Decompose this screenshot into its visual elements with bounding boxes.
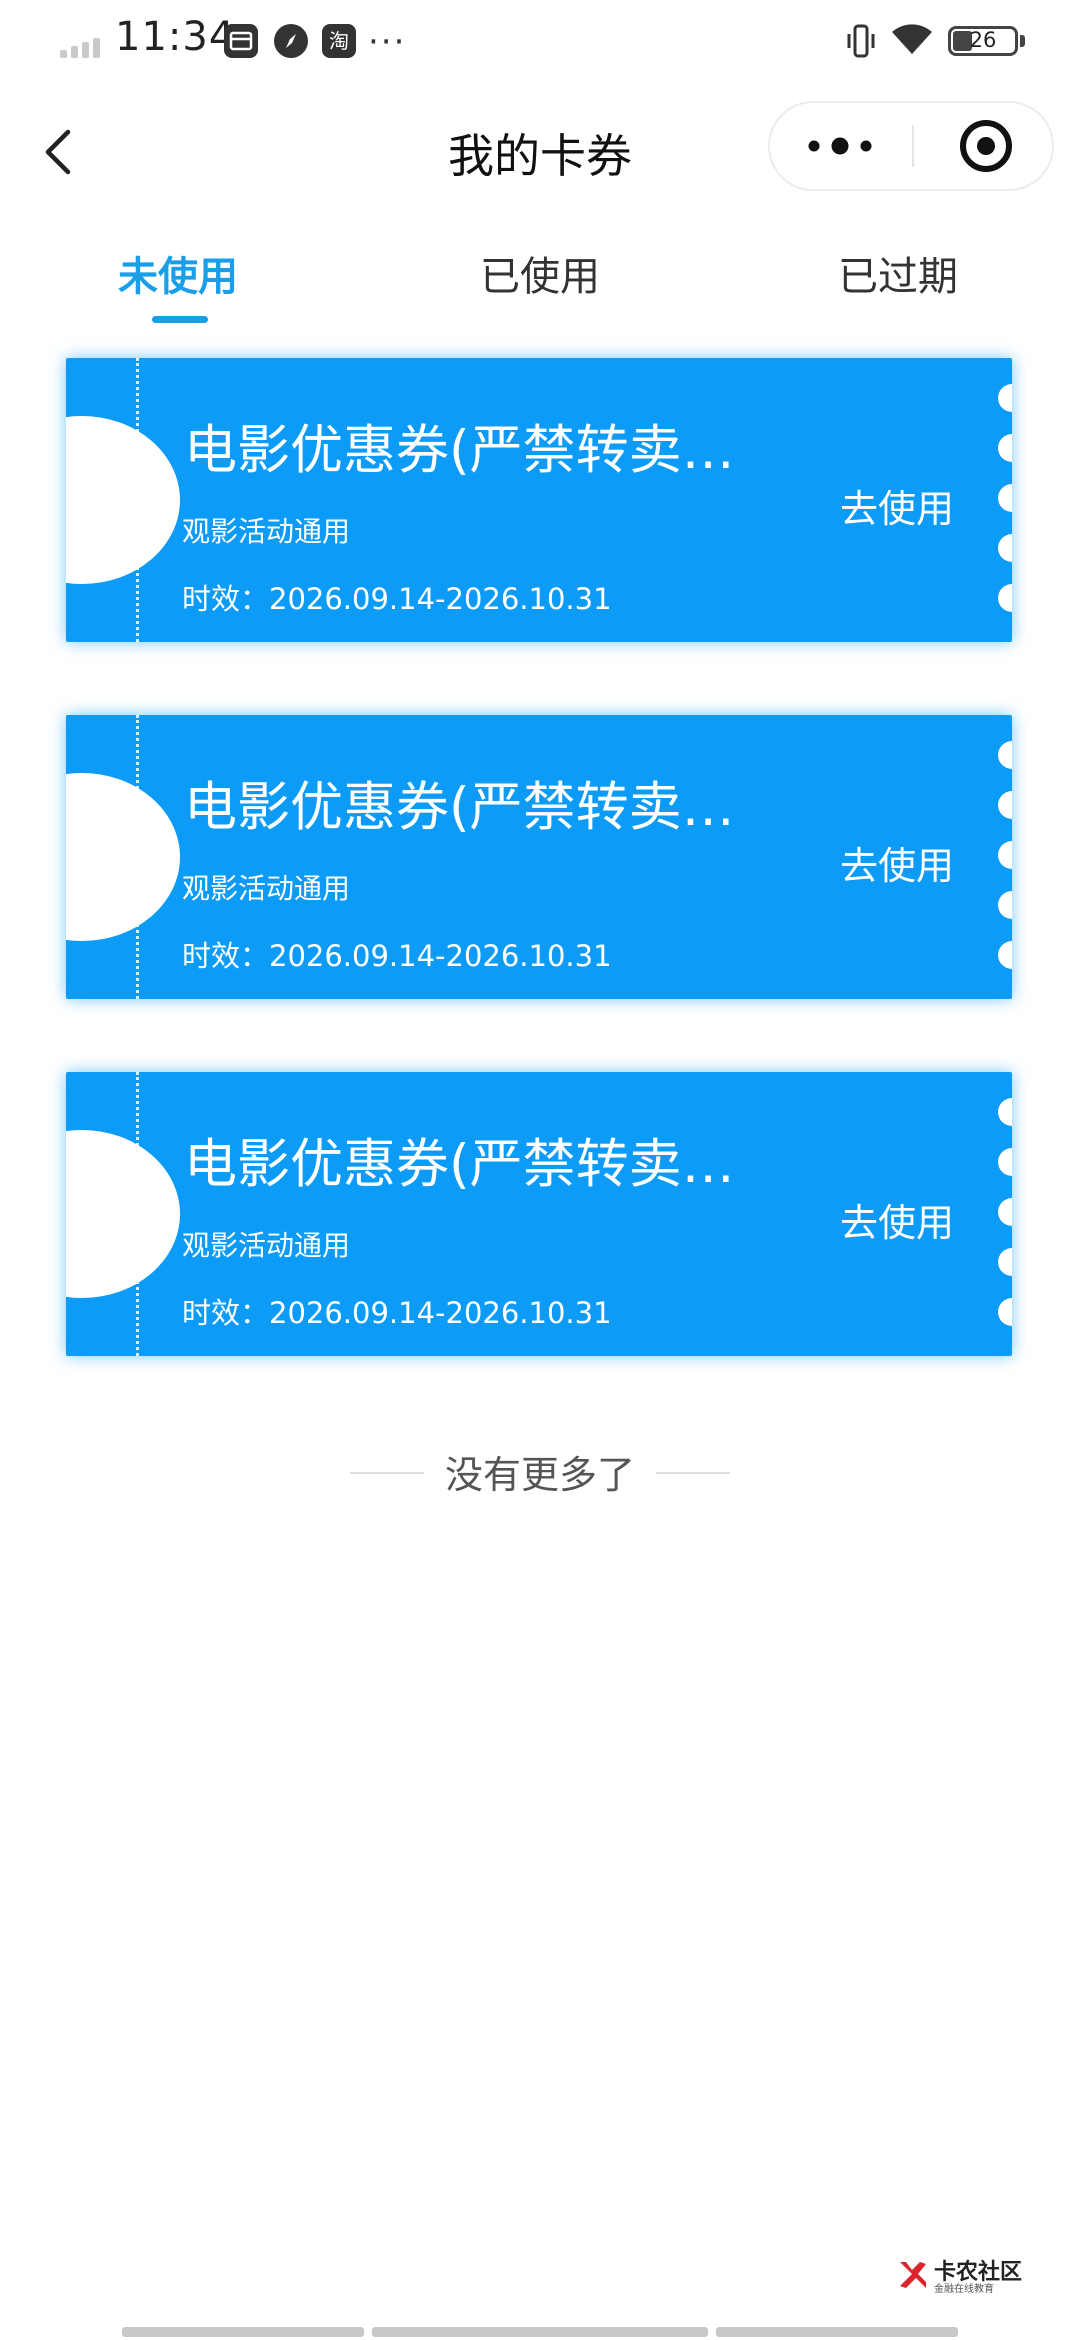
kanong-logo-icon <box>900 2262 926 2288</box>
use-coupon-button[interactable]: 去使用 <box>840 1192 954 1247</box>
status-bar: 11:34 淘 ··· 26 <box>0 0 1080 86</box>
more-notifications-icon: ··· <box>368 22 407 62</box>
coupon-subtitle: 观影活动通用 <box>182 515 351 548</box>
coupon-perforation <box>136 1072 139 1356</box>
target-close-icon <box>960 120 1012 172</box>
coupon-validity: 时效：2026.09.14-2026.10.31 <box>182 939 612 973</box>
coupon-scallop <box>998 434 1012 462</box>
coupon-scallop <box>998 484 1012 512</box>
coupon-subtitle: 观影活动通用 <box>182 1229 351 1262</box>
coupon-scallop <box>998 941 1012 969</box>
vibrate-icon <box>846 22 876 60</box>
coupon-scallop <box>998 1248 1012 1276</box>
coupon-validity: 时效：2026.09.14-2026.10.31 <box>182 1296 612 1330</box>
list-end-text: 没有更多了 <box>444 1453 635 1497</box>
watermark-tagline: 金融在线教育 <box>934 2284 994 2295</box>
coupon-notch <box>66 1130 180 1298</box>
bottom-bar-segment <box>122 2327 364 2337</box>
coupon-scallop <box>998 791 1012 819</box>
bottom-bar-segment <box>716 2327 958 2337</box>
coupon-notch <box>66 773 180 941</box>
coupon-perforation <box>136 358 139 642</box>
coupon-card[interactable]: 电影优惠券(严禁转卖… 观影活动通用 时效：2026.09.14-2026.10… <box>66 358 1012 642</box>
coupon-card[interactable]: 电影优惠券(严禁转卖… 观影活动通用 时效：2026.09.14-2026.10… <box>66 715 1012 999</box>
battery-tip <box>1020 35 1025 47</box>
coupon-title: 电影优惠券(严禁转卖… <box>184 777 735 838</box>
coupon-scallop <box>998 384 1012 412</box>
capsule-close-button[interactable] <box>914 103 1052 189</box>
coupon-notch <box>66 416 180 584</box>
mini-program-capsule <box>768 101 1054 191</box>
tab-expired[interactable]: 已过期 <box>838 244 958 302</box>
status-time: 11:34 <box>115 14 236 60</box>
bottom-bar-segment <box>372 2327 708 2337</box>
tab-used[interactable]: 已使用 <box>480 244 600 302</box>
nav-bar: 我的卡券 <box>0 86 1080 216</box>
coupon-scallop <box>998 1198 1012 1226</box>
coupon-title: 电影优惠券(严禁转卖… <box>184 1134 735 1195</box>
coupon-tabs: 未使用 已使用 已过期 <box>0 226 1080 336</box>
coupon-scallop <box>998 891 1012 919</box>
active-tab-indicator <box>152 316 208 323</box>
coupon-scallop <box>998 841 1012 869</box>
use-coupon-button[interactable]: 去使用 <box>840 478 954 533</box>
coupon-title: 电影优惠券(严禁转卖… <box>184 420 735 481</box>
more-dots-icon <box>808 137 872 155</box>
signal-icon <box>60 34 104 58</box>
coupon-scallop <box>998 1148 1012 1176</box>
watermark: 卡农社区 金融在线教育 <box>896 2254 1026 2298</box>
wifi-icon <box>890 22 934 58</box>
sim-card-icon <box>224 24 258 58</box>
divider-line <box>656 1472 730 1474</box>
coupon-subtitle: 观影活动通用 <box>182 872 351 905</box>
coupon-scallop <box>998 1098 1012 1126</box>
battery-icon: 26 <box>948 26 1018 56</box>
capsule-more-button[interactable] <box>770 103 912 189</box>
list-end-indicator: 没有更多了 <box>0 1444 1080 1504</box>
coupon-scallop <box>998 741 1012 769</box>
tab-unused[interactable]: 未使用 <box>118 244 238 302</box>
coupon-scallop <box>998 584 1012 612</box>
coupon-scallop <box>998 1298 1012 1326</box>
coupon-scallop <box>998 534 1012 562</box>
battery-level: 26 <box>969 28 997 52</box>
taobao-icon: 淘 <box>322 24 356 58</box>
coupon-validity: 时效：2026.09.14-2026.10.31 <box>182 582 612 616</box>
compass-icon <box>274 24 308 58</box>
use-coupon-button[interactable]: 去使用 <box>840 835 954 890</box>
coupon-perforation <box>136 715 139 999</box>
coupon-card[interactable]: 电影优惠券(严禁转卖… 观影活动通用 时效：2026.09.14-2026.10… <box>66 1072 1012 1356</box>
